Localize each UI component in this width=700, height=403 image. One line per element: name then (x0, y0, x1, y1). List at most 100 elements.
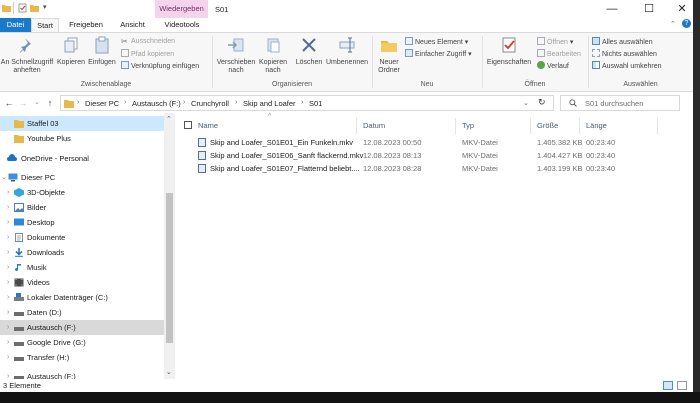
close-button[interactable]: ✕ (675, 2, 689, 16)
column-header-name[interactable]: Name (198, 119, 218, 133)
nav-item-music[interactable]: › Musik (0, 260, 164, 275)
nav-item-drive-g[interactable]: › Google Drive (G:) (0, 335, 164, 350)
nav-item-downloads[interactable]: › Downloads (0, 245, 164, 260)
open-button[interactable]: Öffnen ▾ (537, 37, 573, 47)
tab-share[interactable]: Freigeben (64, 18, 108, 32)
properties-button[interactable]: Eigenschaften (484, 36, 534, 67)
chevron-right-icon[interactable]: › (7, 230, 9, 245)
maximize-button[interactable]: ☐ (642, 2, 656, 16)
select-none-button[interactable]: Nichts auswählen (592, 49, 657, 59)
nav-item-onedrive[interactable]: OneDrive - Personal (0, 151, 164, 166)
edit-button[interactable]: Bearbeiten (537, 49, 581, 59)
details-view-icon[interactable] (663, 381, 673, 390)
chevron-right-icon[interactable]: › (7, 290, 9, 305)
tab-view[interactable]: Ansicht (114, 18, 151, 32)
nav-item-staffel-03[interactable]: Staffel 03 (0, 116, 164, 131)
desktop-icon (14, 218, 24, 226)
breadcrumb-drive-f[interactable]: Austausch (F:) (132, 99, 181, 108)
recent-locations-icon[interactable]: ⌄ (31, 97, 43, 109)
history-button[interactable]: Verlauf (537, 61, 569, 71)
nav-item-drive-d[interactable]: › Daten (D:) (0, 305, 164, 320)
nav-item-youtube-plus[interactable]: Youtube Plus (0, 131, 164, 146)
large-icons-view-icon[interactable] (677, 381, 687, 390)
forward-button[interactable]: → (17, 97, 29, 109)
invert-selection-button[interactable]: Auswahl umkehren (592, 61, 662, 71)
ribbon-collapse-icon[interactable]: ⌃ (670, 20, 676, 28)
breadcrumb-skip-and-loafer[interactable]: Skip and Loafer (243, 99, 296, 108)
new-folder-icon[interactable] (30, 3, 39, 13)
chevron-right-icon[interactable]: › (7, 275, 9, 290)
nav-item-drive-h[interactable]: › Transfer (H:) (0, 350, 164, 365)
address-dropdown-icon[interactable]: ⌄ (523, 99, 529, 107)
tab-start[interactable]: Start (31, 18, 59, 32)
back-button[interactable]: ← (3, 97, 15, 109)
scroll-up-icon[interactable]: ⌃ (166, 115, 172, 123)
chevron-right-icon[interactable]: › (7, 350, 9, 365)
paste-button[interactable]: Einfügen (87, 36, 117, 67)
column-header-type[interactable]: Typ (462, 119, 474, 133)
nav-item-3d-objects[interactable]: › 3D-Objekte (0, 185, 164, 200)
nav-item-desktop[interactable]: › Desktop (0, 215, 164, 230)
column-header-length[interactable]: Länge (586, 119, 607, 133)
nav-item-documents[interactable]: › Dokumente (0, 230, 164, 245)
chevron-right-icon[interactable]: › (7, 200, 9, 215)
chevron-right-icon[interactable]: › (7, 369, 9, 379)
sort-ascending-icon: ^ (268, 113, 272, 120)
context-tab-play[interactable]: Wiedergeben (155, 0, 208, 18)
chevron-right-icon[interactable]: › (7, 245, 9, 260)
paste-shortcut-button[interactable]: Verknüpfung einfügen (121, 61, 199, 71)
chevron-right-icon[interactable]: › (7, 335, 9, 350)
rename-button[interactable]: Umbenennen (325, 36, 369, 67)
table-row[interactable]: Skip and Loafer_S01E06_Sanft flackernd.m… (198, 149, 618, 162)
chevron-right-icon[interactable]: › (7, 305, 9, 320)
drive-icon (14, 312, 24, 316)
tab-file[interactable]: Datei (0, 18, 31, 32)
chevron-right-icon[interactable]: › (7, 260, 9, 275)
minimize-button[interactable]: — (605, 2, 619, 16)
pin-quick-access-button[interactable]: An Schnellzugriff anheften (0, 36, 54, 75)
properties-icon[interactable] (18, 3, 27, 13)
chevron-right-icon[interactable]: › (7, 185, 9, 200)
nav-item-drive-f[interactable]: › Austausch (F:) (0, 320, 164, 335)
select-all-button[interactable]: Alles auswählen (592, 37, 653, 47)
table-row[interactable]: Skip and Loafer_S01E07_Flatternd beliebt… (198, 162, 618, 175)
copy-to-button[interactable]: Kopieren nach (257, 36, 289, 75)
quick-access-dropdown[interactable]: ▾ (43, 3, 47, 11)
help-icon[interactable]: ? (682, 19, 691, 28)
drive-icon (14, 327, 24, 331)
video-file-icon (198, 138, 206, 147)
chevron-right-icon[interactable]: › (7, 215, 9, 230)
search-box[interactable]: S01 durchsuchen (560, 95, 680, 111)
table-row[interactable]: Skip and Loafer_S01E01_Ein Funkeln.mkv 1… (198, 136, 618, 149)
breadcrumb-s01[interactable]: S01 (309, 99, 322, 108)
new-folder-button[interactable]: Neuer Ordner (374, 36, 404, 75)
copy-button[interactable]: Kopieren (56, 36, 86, 67)
chevron-right-icon[interactable]: › (7, 320, 9, 335)
scroll-down-icon[interactable]: ⌄ (166, 368, 172, 376)
nav-scrollbar[interactable]: ⌃ ⌄ (164, 113, 175, 379)
nav-item-videos[interactable]: › Videos (0, 275, 164, 290)
refresh-icon[interactable]: ↻ (538, 97, 546, 108)
new-item-icon (405, 37, 413, 45)
column-header-size[interactable]: Größe (537, 119, 558, 133)
column-header-date[interactable]: Datum (363, 119, 385, 133)
nav-item-this-pc[interactable]: ⌄ Dieser PC (0, 170, 164, 185)
up-button[interactable]: ↑ (44, 97, 56, 109)
delete-button[interactable]: Löschen (292, 36, 326, 67)
move-to-button[interactable]: Verschieben nach (214, 36, 258, 75)
nav-item-pictures[interactable]: › Bilder (0, 200, 164, 215)
breadcrumb-crunchyroll[interactable]: Crunchyroll (191, 99, 229, 108)
tab-video-tools[interactable]: Videotools (158, 18, 206, 32)
easy-access-button[interactable]: Einfacher Zugriff ▾ (405, 49, 472, 59)
chevron-down-icon[interactable]: ⌄ (1, 170, 7, 185)
new-item-button[interactable]: Neues Element ▾ (405, 37, 468, 47)
address-bar[interactable]: › Dieser PC › Austausch (F:) › Crunchyro… (60, 95, 554, 111)
copy-path-button[interactable]: Pfad kopieren (121, 49, 174, 59)
folder-icon (14, 120, 24, 128)
nav-item-drive-c[interactable]: › Lokaler Datenträger (C:) (0, 290, 164, 305)
breadcrumb-this-pc[interactable]: Dieser PC (85, 99, 119, 108)
nav-item-drive-f-2[interactable]: › Austausch (F:) (0, 369, 164, 379)
nav-scrollbar-thumb[interactable] (166, 193, 173, 343)
cut-button[interactable]: ✂ Ausschneiden (121, 37, 175, 47)
select-all-checkbox[interactable] (184, 121, 192, 129)
